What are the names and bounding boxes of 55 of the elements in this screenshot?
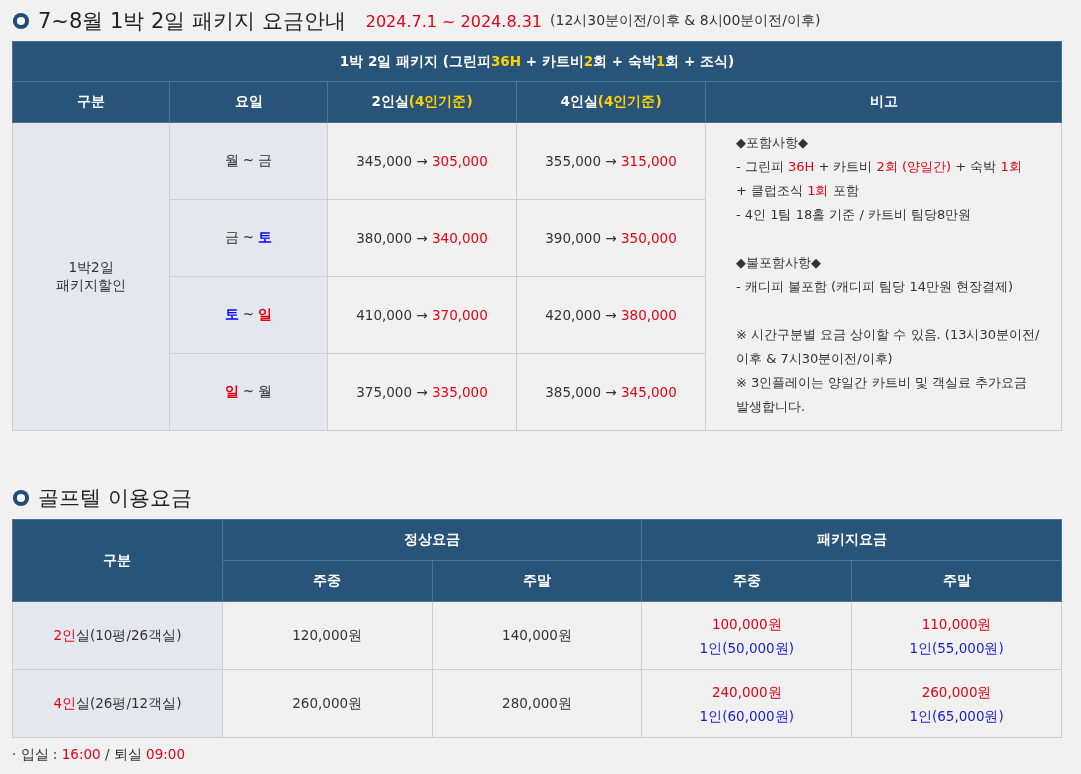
per-person-price: 1인(65,000원) [908,706,1005,726]
section-title: 7~8월 1박 2일 패키지 요금안내 [38,8,346,35]
price-cell: 410,000 → 370,000 [327,276,517,354]
column-header: 주중 [641,560,852,602]
day-cell: 토 ~ 일 [169,276,328,354]
price-cell: 385,000 → 345,000 [516,353,706,431]
room-cell: 2인실(10평/26객실) [12,601,223,670]
checkin-text: · 입실 : 16:00 / 퇴실 09:00 [12,746,186,764]
per-person-price: 1인(50,000원) [698,638,795,658]
note-text: + 클럽조식 1회 포함 [736,182,860,200]
per-person-price: 1인(55,000원) [908,638,1005,658]
column-header: 정상요금 [222,519,642,561]
day-cell: 월 ~ 금 [169,122,328,200]
note-text: - 4인 1팀 18홀 기준 / 카트비 팀당8만원 [736,206,973,224]
package-price: 260,000원 [920,682,993,702]
price-cell: 420,000 → 380,000 [516,276,706,354]
section-title: 골프텔 이용요금 [38,485,192,512]
price-cell: 280,000원 [432,669,642,738]
column-header: 비고 [705,81,1062,123]
period-text: 2024.7.1 ~ 2024.8.31 [365,11,542,31]
note-text: ※ 시간구분별 요금 상이할 수 있음. (13시30분이전/이후 & 7시30분이전/이후) [736,326,1041,368]
category-cell: 1박2일 패키지할인 [12,122,170,431]
column-header: 패키지요금 [641,519,1062,561]
column-header: 2인실(4인기준) [327,81,517,123]
column-header: 4인실(4인기준) [516,81,706,123]
column-header: 주말 [851,560,1062,602]
price-cell: 375,000 → 335,000 [327,353,517,431]
price-cell: 260,000원 [222,669,433,738]
price-cell: 390,000 → 350,000 [516,199,706,277]
note-text: ◆포함사항◆ [736,134,809,152]
room-cell: 4인실(26평/12객실) [12,669,223,738]
per-person-price: 1인(60,000원) [698,706,795,726]
day-cell: 일 ~ 월 [169,353,328,431]
price-cell: 380,000 → 340,000 [327,199,517,277]
note-text: - 그린피 36H + 카트비 2회 (양일간) + 숙박 1회 [736,158,1023,176]
note-text: ◆불포함사항◆ [736,254,822,272]
column-header: 구분 [12,519,223,602]
package-price: 110,000원 [920,614,993,634]
column-header: 구분 [12,81,170,123]
table-caption: 1박 2일 패키지 (그린피 36H + 카트비2회 + 숙박1회 + 조식) [12,41,1062,82]
column-header: 요일 [169,81,328,123]
column-header: 주중 [222,560,433,602]
price-cell: 140,000원 [432,601,642,670]
price-cell: 345,000 → 305,000 [327,122,517,200]
hours-text: (12시30분이전/이후 & 8시00분이전/이후) [550,12,821,30]
price-cell: 120,000원 [222,601,433,670]
package-price: 240,000원 [710,682,783,702]
price-cell: 355,000 → 315,000 [516,122,706,200]
bullet-icon [12,489,30,507]
day-cell: 금 ~ 토 [169,199,328,277]
note-text: ※ 3인플레이는 양일간 카트비 및 객실료 추가요금 발생합니다. [736,374,1028,416]
bullet-icon [12,12,30,30]
package-price: 100,000원 [710,614,783,634]
note-text: - 캐디피 불포함 (캐디피 팀당 14만원 현장결제) [736,278,1015,296]
column-header: 주말 [432,560,642,602]
